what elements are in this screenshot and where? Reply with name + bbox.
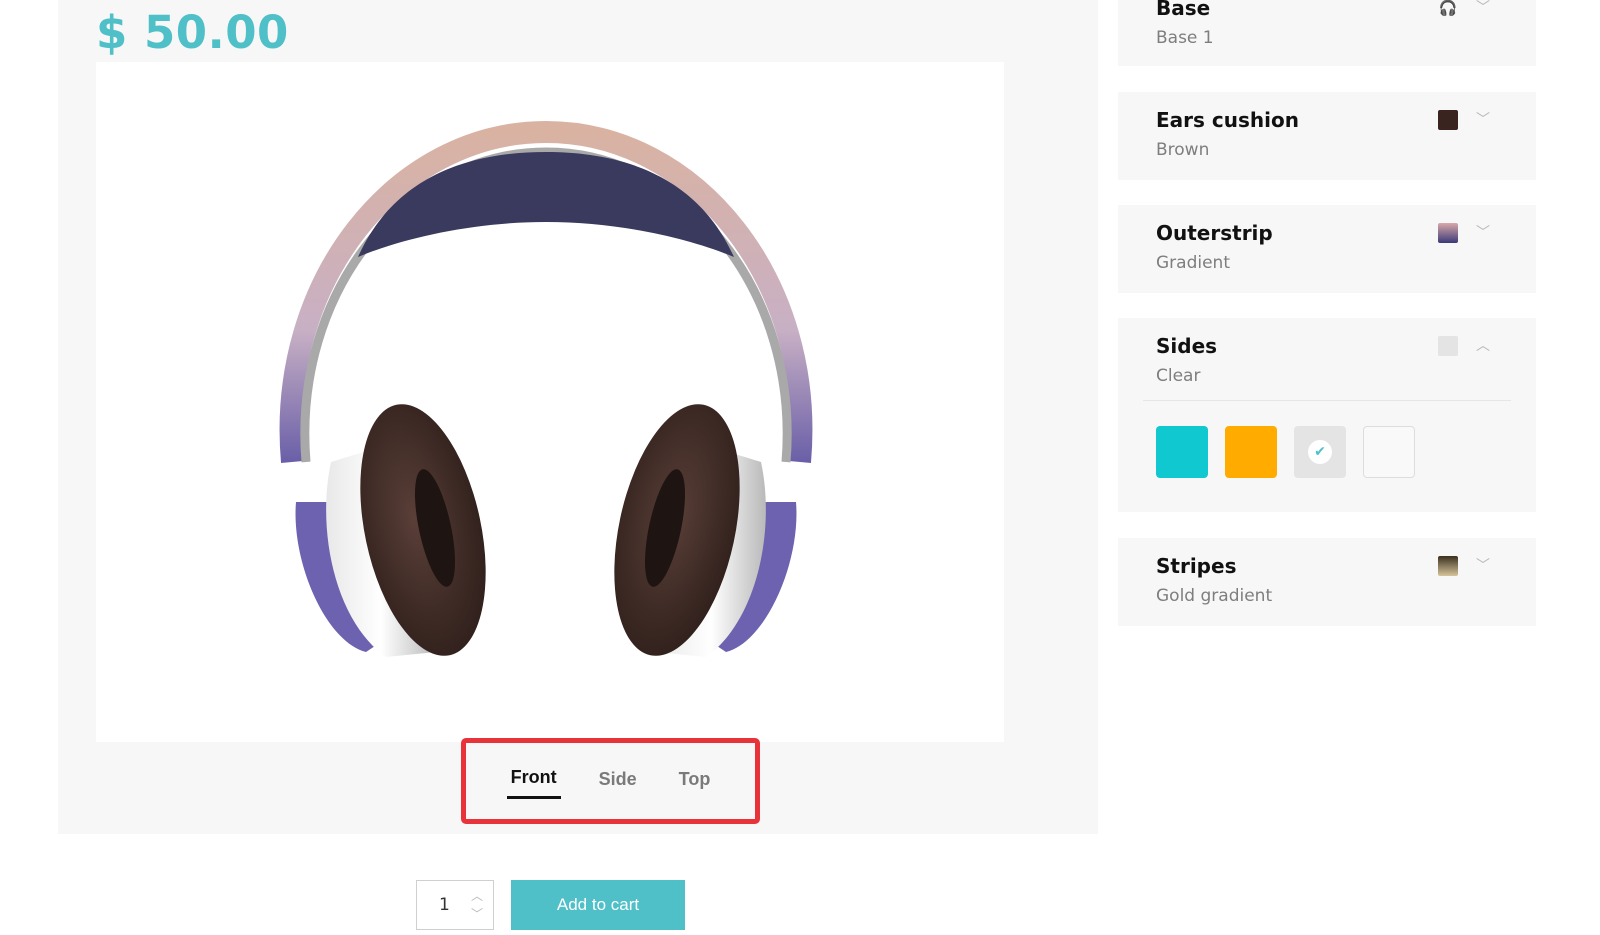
chevron-down-icon[interactable]: ﹀: [1475, 0, 1491, 16]
option-card-ears-cushion[interactable]: Ears cushion Brown ﹀: [1118, 92, 1536, 180]
quantity-value[interactable]: 1: [439, 895, 450, 915]
add-to-cart-button[interactable]: Add to cart: [511, 880, 685, 930]
color-swatch: [1438, 556, 1458, 576]
option-value: Clear: [1156, 366, 1201, 386]
color-option-orange[interactable]: [1225, 426, 1277, 478]
product-image: [96, 62, 1004, 742]
option-title: Base: [1156, 0, 1211, 20]
color-swatch: [1438, 336, 1458, 356]
color-option-white[interactable]: [1363, 426, 1415, 478]
option-card-sides[interactable]: Sides Clear ︿ ✔: [1118, 318, 1536, 512]
quantity-stepper[interactable]: 1 ︿ ﹀: [416, 880, 494, 930]
option-card-base[interactable]: Base Base 1 🎧 ﹀: [1118, 0, 1536, 66]
color-option-cyan[interactable]: [1156, 426, 1208, 478]
option-title: Outerstrip: [1156, 221, 1273, 245]
chevron-up-icon[interactable]: ︿: [469, 889, 485, 903]
option-value: Gold gradient: [1156, 586, 1273, 606]
option-card-stripes[interactable]: Stripes Gold gradient ﹀: [1118, 538, 1536, 626]
option-value: Brown: [1156, 140, 1210, 160]
tab-side[interactable]: Side: [595, 765, 641, 798]
option-title: Sides: [1156, 334, 1218, 358]
color-swatch: [1438, 223, 1458, 243]
color-option-clear[interactable]: ✔: [1294, 426, 1346, 478]
chevron-down-icon[interactable]: ﹀: [469, 907, 485, 921]
option-title: Stripes: [1156, 554, 1237, 578]
view-tabs: Front Side Top: [461, 738, 760, 824]
chevron-down-icon[interactable]: ﹀: [1475, 225, 1491, 241]
option-card-outerstrip[interactable]: Outerstrip Gradient ﹀: [1118, 205, 1536, 293]
option-title: Ears cushion: [1156, 108, 1299, 132]
tab-top[interactable]: Top: [675, 765, 715, 798]
chevron-down-icon[interactable]: ﹀: [1475, 112, 1491, 128]
chevron-down-icon[interactable]: ﹀: [1475, 558, 1491, 574]
product-price: $ 50.00: [96, 6, 289, 59]
option-value: Base 1: [1156, 28, 1214, 48]
chevron-up-icon[interactable]: ︿: [1475, 338, 1491, 354]
divider: [1143, 400, 1511, 401]
check-icon: ✔: [1308, 440, 1332, 464]
headphones-illustration: [279, 120, 813, 657]
color-swatch: [1438, 110, 1458, 130]
headphones-icon: 🎧: [1438, 0, 1458, 17]
product-preview-panel: $ 50.00 Front Side Top: [58, 0, 1098, 834]
option-value: Gradient: [1156, 253, 1230, 273]
tab-front[interactable]: Front: [506, 763, 561, 799]
